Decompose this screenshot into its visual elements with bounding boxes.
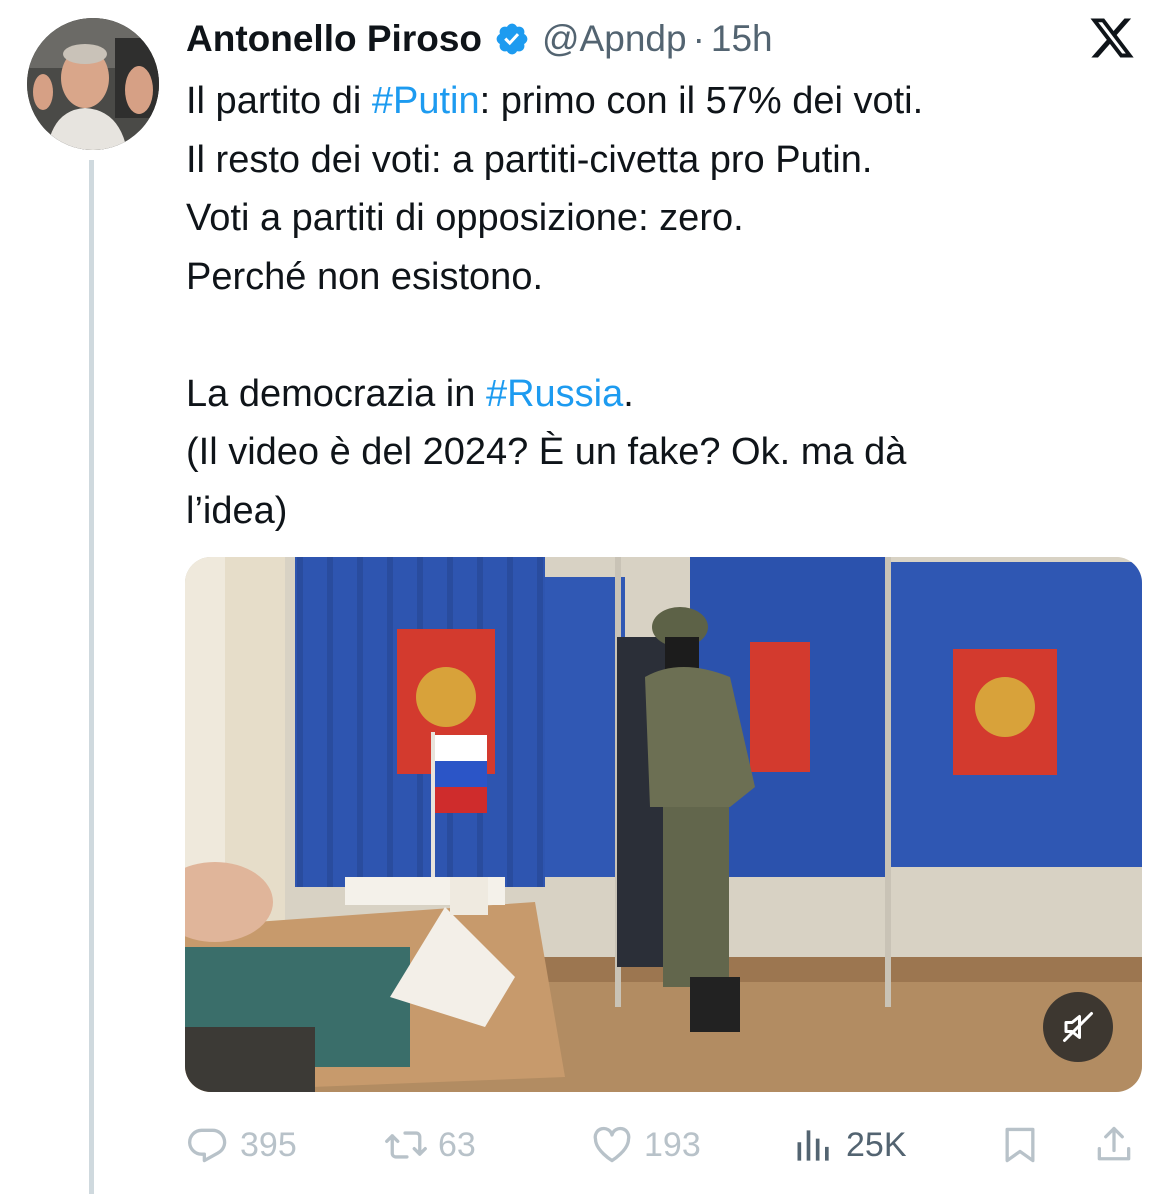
video-player[interactable] bbox=[185, 557, 1142, 1092]
muted-speaker-icon bbox=[1063, 1012, 1093, 1042]
tweet-text-line: (Il video è del 2024? È un fake? Ok. ma … bbox=[186, 423, 1136, 482]
tweet-action-bar: 395 63 193 25K bbox=[186, 1115, 1138, 1175]
repost-count: 63 bbox=[438, 1125, 476, 1164]
views-count: 25K bbox=[846, 1125, 907, 1164]
text-segment: Perché non esistono. bbox=[186, 255, 544, 298]
verified-badge-icon bbox=[494, 21, 530, 57]
video-thumbnail bbox=[185, 557, 1142, 1092]
share-icon bbox=[1097, 1126, 1131, 1161]
hashtag-link[interactable]: #Russia bbox=[486, 373, 623, 415]
avatar[interactable] bbox=[27, 18, 159, 150]
like-count: 193 bbox=[644, 1125, 701, 1164]
views-button[interactable]: 25K bbox=[792, 1115, 907, 1175]
share-button[interactable] bbox=[1092, 1115, 1136, 1175]
text-segment: Il resto dei voti: a partiti-civetta pro… bbox=[186, 138, 873, 181]
repost-icon bbox=[385, 1131, 427, 1159]
bookmark-icon bbox=[1005, 1127, 1035, 1163]
text-segment: Il partito di bbox=[186, 80, 372, 122]
like-button[interactable]: 193 bbox=[590, 1115, 701, 1175]
tweet-text-line: l’idea) bbox=[186, 482, 1136, 541]
hashtag-link[interactable]: #Putin bbox=[372, 80, 480, 122]
text-segment: : primo con il 57% dei voti. bbox=[479, 80, 924, 122]
tweet-text-line: Voti a partiti di opposizione: zero. bbox=[186, 189, 1136, 248]
text-segment: l’idea) bbox=[186, 489, 288, 532]
text-segment: . bbox=[623, 372, 634, 415]
tweet-timestamp[interactable]: 15h bbox=[711, 18, 773, 60]
reply-count: 395 bbox=[240, 1125, 297, 1164]
thread-connector-line bbox=[89, 160, 94, 1194]
text-segment: Voti a partiti di opposizione: zero. bbox=[186, 197, 744, 239]
tweet-text-line: Perché non esistono. bbox=[186, 248, 1136, 307]
tweet-header: Antonello Piroso @Apndp · 15h bbox=[186, 14, 773, 64]
author-name[interactable]: Antonello Piroso bbox=[186, 18, 482, 60]
text-segment: (Il video è del 2024? È un fake? Ok. ma … bbox=[186, 431, 907, 473]
tweet-text-line: La democrazia in #Russia. bbox=[186, 365, 1136, 424]
tweet-text-line: Il resto dei voti: a partiti-civetta pro… bbox=[186, 131, 1136, 190]
tweet-text-line: Il partito di #Putin: primo con il 57% d… bbox=[186, 72, 1136, 131]
mute-toggle-button[interactable] bbox=[1043, 992, 1113, 1062]
repost-button[interactable]: 63 bbox=[384, 1115, 476, 1175]
tweet-text: Il partito di #Putin: primo con il 57% d… bbox=[186, 72, 1136, 540]
author-handle[interactable]: @Apndp bbox=[542, 18, 687, 60]
views-chart-icon bbox=[797, 1130, 829, 1161]
heart-icon bbox=[593, 1126, 631, 1163]
x-logo-icon bbox=[1086, 14, 1138, 62]
avatar-image bbox=[27, 18, 159, 150]
bookmark-button[interactable] bbox=[998, 1115, 1042, 1175]
text-segment: La democrazia in bbox=[186, 372, 486, 415]
separator-dot: · bbox=[692, 18, 705, 59]
reply-button[interactable]: 395 bbox=[186, 1115, 297, 1175]
reply-icon bbox=[188, 1128, 227, 1163]
